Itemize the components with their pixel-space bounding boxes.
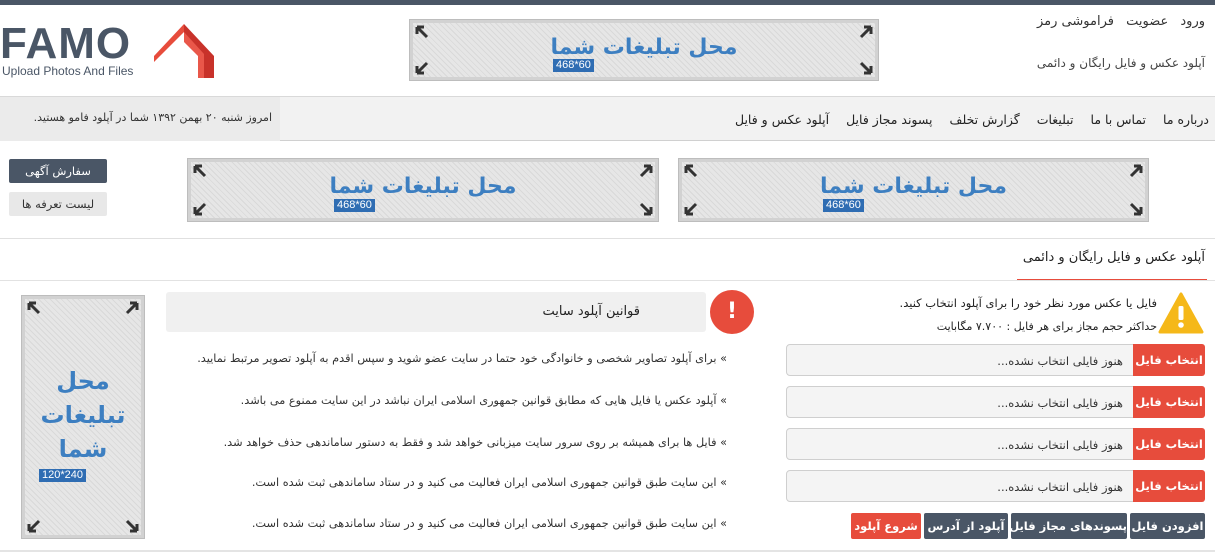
exclamation-icon: !	[710, 290, 754, 334]
header-ad-banner[interactable]: محل تبلیغات شما 468*60	[409, 19, 879, 81]
nav-item-contact[interactable]: تماس با ما	[1091, 112, 1147, 127]
price-list-button[interactable]: لیست تعرفه ها	[9, 192, 107, 216]
corner-arrow-icon	[27, 301, 43, 317]
upload-panel-title[interactable]: آپلود عکس و فایل رایگان و دائمی	[1023, 250, 1205, 265]
date-info: امروز شنبه ۲۰ بهمن ۱۳۹۲ شما در آپلود فام…	[0, 97, 280, 141]
corner-arrow-icon	[193, 200, 209, 216]
file-input-row[interactable]: هنوز فایلی انتخاب نشده... انتخاب فایل	[786, 428, 1205, 460]
upload-size-limit: حداکثر حجم مجاز برای هر فایل : ۷.۷۰۰ مگا…	[936, 320, 1157, 333]
corner-arrow-icon	[637, 200, 653, 216]
ad-banner-size: 468*60	[823, 199, 864, 212]
corner-arrow-icon	[684, 164, 700, 180]
logo-text: FAMO	[0, 19, 132, 68]
upload-from-url-button[interactable]: آپلود از آدرس	[924, 513, 1008, 539]
file-input-row[interactable]: هنوز فایلی انتخاب نشده... انتخاب فایل	[786, 386, 1205, 418]
file-name-field[interactable]: هنوز فایلی انتخاب نشده...	[786, 428, 1134, 460]
bottom-divider	[0, 550, 1215, 552]
corner-arrow-icon	[415, 25, 431, 41]
corner-arrow-icon	[123, 301, 139, 317]
rule-item: » این سایت طبق قوانین جمهوری اسلامی ایرا…	[251, 517, 727, 530]
choose-file-button[interactable]: انتخاب فایل	[1133, 428, 1205, 460]
corner-arrow-icon	[1127, 200, 1143, 216]
add-file-button[interactable]: افزودن فایل	[1130, 513, 1205, 539]
login-link[interactable]: ورود	[1180, 14, 1205, 29]
start-upload-button[interactable]: شروع آپلود	[851, 513, 921, 539]
upload-instruction: فایل یا عکس مورد نظر خود را برای آپلود ا…	[899, 296, 1157, 310]
panel-divider	[0, 280, 1215, 281]
ad-banner-text: محل تبلیغات شما	[329, 174, 517, 199]
nav-menu: آپلود عکس و فایل پسوند مجاز فایل گزارش ت…	[718, 97, 1209, 141]
file-name-field[interactable]: هنوز فایلی انتخاب نشده...	[786, 344, 1134, 376]
corner-arrow-icon	[193, 164, 209, 180]
top-links: ورود عضویت فراموشی رمز	[1029, 14, 1205, 29]
file-input-row[interactable]: هنوز فایلی انتخاب نشده... انتخاب فایل	[786, 470, 1205, 502]
top-stripe	[0, 0, 1215, 5]
rules-title: قوانین آپلود سایت	[542, 304, 640, 319]
ad-sky-line2: تبلیغات	[40, 401, 126, 429]
corner-arrow-icon	[27, 517, 43, 533]
nav-item-allowed-extensions[interactable]: پسوند مجاز فایل	[846, 112, 932, 127]
forgot-password-link[interactable]: فراموشی رمز	[1037, 14, 1114, 29]
corner-arrow-icon	[415, 59, 431, 75]
main-navbar: آپلود عکس و فایل پسوند مجاز فایل گزارش ت…	[0, 96, 1215, 141]
ad-sky-line1: محل	[56, 367, 110, 395]
choose-file-button[interactable]: انتخاب فایل	[1133, 344, 1205, 376]
ad-sky-line3: شما	[58, 435, 108, 463]
rule-item: » برای آپلود تصاویر شخصی و خانوادگی خود …	[197, 352, 727, 365]
choose-file-button[interactable]: انتخاب فایل	[1133, 470, 1205, 502]
corner-arrow-icon	[123, 517, 139, 533]
nav-item-advertising[interactable]: تبلیغات	[1037, 112, 1074, 127]
rules-header: قوانین آپلود سایت	[166, 292, 706, 332]
ad-banner-text: محل تبلیغات شما	[550, 35, 738, 60]
ad-banner-size: 468*60	[553, 59, 594, 72]
logo-roof-icon	[154, 24, 214, 78]
nav-item-report-abuse[interactable]: گزارش تخلف	[950, 112, 1020, 127]
middle-ad-banner-left[interactable]: محل تبلیغات شما 468*60	[187, 158, 659, 222]
tagline: آپلود عکس و فایل رایگان و دائمی	[1036, 56, 1205, 70]
panel-separator	[0, 238, 1215, 239]
ad-sky-size: 120*240	[39, 469, 86, 482]
corner-arrow-icon	[857, 59, 873, 75]
logo-subtitle: Upload Photos And Files	[2, 64, 134, 78]
file-name-field[interactable]: هنوز فایلی انتخاب نشده...	[786, 386, 1134, 418]
middle-ad-banner-right[interactable]: محل تبلیغات شما 468*60	[678, 158, 1149, 222]
nav-item-about[interactable]: درباره ما	[1163, 112, 1209, 127]
corner-arrow-icon	[684, 200, 700, 216]
allowed-extensions-button[interactable]: پسوندهای مجاز فایل	[1009, 513, 1127, 539]
corner-arrow-icon	[1127, 164, 1143, 180]
corner-arrow-icon	[637, 164, 653, 180]
file-input-row[interactable]: هنوز فایلی انتخاب نشده... انتخاب فایل	[786, 344, 1205, 376]
rule-item: » فایل ها برای همیشه بر روی سرور سایت می…	[223, 436, 727, 449]
warning-icon	[1158, 292, 1204, 334]
choose-file-button[interactable]: انتخاب فایل	[1133, 386, 1205, 418]
register-link[interactable]: عضویت	[1126, 14, 1168, 29]
file-name-field[interactable]: هنوز فایلی انتخاب نشده...	[786, 470, 1134, 502]
skyscraper-ad-banner[interactable]: محل تبلیغات شما 120*240	[21, 295, 145, 539]
rule-item: » آپلود عکس یا فایل هایی که مطابق قوانین…	[240, 394, 727, 407]
ad-banner-text: محل تبلیغات شما	[819, 174, 1008, 199]
ad-banner-size: 468*60	[334, 199, 375, 212]
nav-item-upload[interactable]: آپلود عکس و فایل	[735, 112, 829, 127]
order-ad-button[interactable]: سفارش آگهی	[9, 159, 107, 183]
corner-arrow-icon	[857, 25, 873, 41]
rule-item: » این سایت طبق قوانین جمهوری اسلامی ایرا…	[251, 476, 727, 489]
site-logo[interactable]: FAMO Upload Photos And Files	[0, 14, 220, 84]
